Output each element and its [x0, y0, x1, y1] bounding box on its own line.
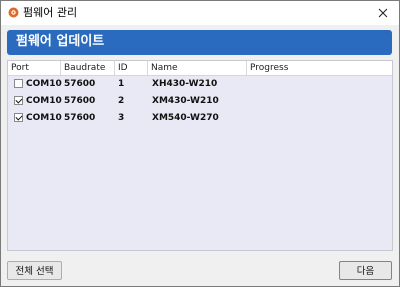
- column-header-name[interactable]: Name: [148, 61, 247, 75]
- table-header: Port Baudrate ID Name Progress: [8, 61, 392, 76]
- close-button[interactable]: [367, 1, 399, 25]
- port-cell: COM10: [26, 79, 62, 89]
- column-header-baudrate[interactable]: Baudrate: [61, 61, 115, 75]
- column-header-port[interactable]: Port: [8, 61, 61, 75]
- column-header-id[interactable]: ID: [115, 61, 148, 75]
- table-row[interactable]: COM10 57600 1 XH430-W210: [8, 76, 392, 92]
- banner-title: 펌웨어 업데이트: [16, 34, 105, 49]
- section-banner: 펌웨어 업데이트: [7, 30, 392, 55]
- baudrate-cell: 57600: [64, 113, 96, 123]
- firmware-device-table: Port Baudrate ID Name Progress COM10 576…: [7, 60, 393, 251]
- id-cell: 2: [118, 96, 125, 106]
- row-checkbox[interactable]: [14, 96, 23, 105]
- port-cell: COM10: [26, 113, 62, 123]
- id-cell: 3: [118, 113, 125, 123]
- id-cell: 1: [118, 79, 125, 89]
- window-title: 펌웨어 관리: [23, 6, 78, 19]
- name-cell: XM430-W210: [152, 96, 219, 106]
- title-bar: 펌웨어 관리: [1, 1, 399, 25]
- next-button[interactable]: 다음: [339, 261, 392, 280]
- baudrate-cell: 57600: [64, 79, 96, 89]
- name-cell: XM540-W270: [152, 113, 219, 123]
- firmware-manager-window: 펌웨어 관리 펌웨어 업데이트 Port Baudrate ID Name Pr…: [0, 0, 400, 287]
- row-checkbox[interactable]: [14, 113, 23, 122]
- select-all-button[interactable]: 전체 선택: [7, 261, 62, 280]
- column-header-progress[interactable]: Progress: [247, 61, 392, 75]
- baudrate-cell: 57600: [64, 96, 96, 106]
- name-cell: XH430-W210: [152, 79, 218, 89]
- table-row[interactable]: COM10 57600 2 XM430-W210: [8, 93, 392, 109]
- close-icon: [378, 8, 388, 18]
- port-cell: COM10: [26, 96, 62, 106]
- table-row[interactable]: COM10 57600 3 XM540-W270: [8, 110, 392, 126]
- app-logo-icon: [8, 7, 19, 18]
- row-checkbox[interactable]: [14, 79, 23, 88]
